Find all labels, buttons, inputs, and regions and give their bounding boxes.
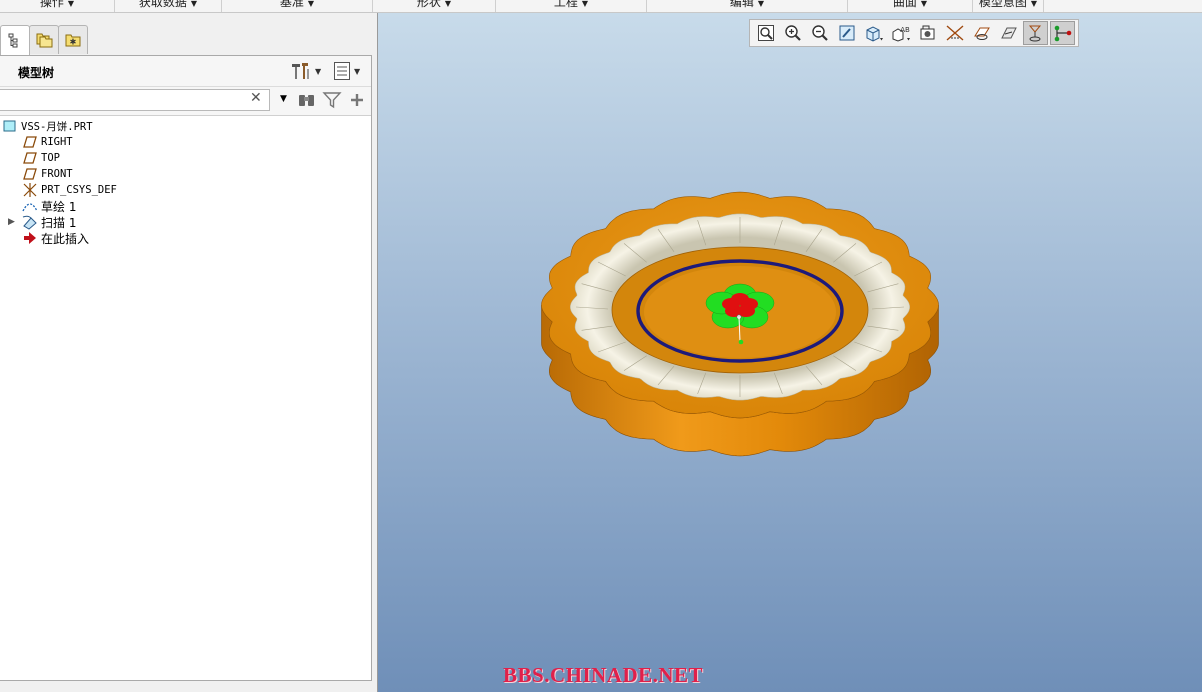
model-tree-tab[interactable]: [0, 25, 30, 56]
display-style-button[interactable]: [915, 21, 940, 45]
settings-tools-icon: [292, 63, 309, 79]
saved-orientations-button[interactable]: [861, 21, 886, 45]
chevron-down-icon: ▼: [315, 66, 322, 76]
tree-search-input[interactable]: [0, 89, 270, 111]
favorites-icon: ✱: [65, 34, 81, 47]
datum-plane-icon: [22, 150, 38, 166]
spin-center-icon: [973, 27, 990, 40]
point-display-button[interactable]: [1050, 21, 1075, 45]
datum-display-button[interactable]: [1023, 21, 1048, 45]
display-style-icon: [920, 25, 934, 40]
mooncake-3d-model[interactable]: [528, 183, 948, 493]
tree-node-label: 扫描 1: [41, 215, 77, 230]
ribbon-group-datum[interactable]: 基准 ▼: [222, 0, 373, 12]
plus-icon[interactable]: [348, 91, 366, 109]
zoom-out-icon: [811, 25, 828, 41]
tree-node-label: RIGHT: [41, 136, 73, 148]
tree-settings-button[interactable]: ▼: [290, 61, 321, 81]
sweep-icon: [22, 214, 38, 230]
plane-display-button[interactable]: [942, 21, 967, 45]
zoom-in-button[interactable]: [780, 21, 805, 45]
chevron-down-icon[interactable]: ▼: [280, 94, 287, 104]
tree-node-csys[interactable]: PRT_CSYS_DEF: [22, 182, 117, 198]
point-display-icon: [1054, 25, 1071, 42]
tree-node-insert-here[interactable]: 在此插入: [22, 230, 89, 246]
datum-plane-icon: [22, 134, 38, 150]
model-tree-panel: 模型树 ▼ ▼ ✕ ▼ VSS-月饼.PRT RIGHT TOP FRONT P…: [0, 55, 372, 681]
chevron-down-icon: ▼: [354, 66, 361, 76]
tree-node-label: 草绘 1: [41, 199, 77, 214]
ribbon-group-shapes[interactable]: 形状 ▼: [373, 0, 496, 12]
plane-display-icon: [946, 25, 963, 41]
navigator-panel: ✱ 模型树 ▼ ▼ ✕ ▼ VSS-月饼.PRT RIGHT TOP FRONT…: [0, 13, 376, 692]
spin-center-button[interactable]: [969, 21, 994, 45]
ribbon-group-engineering[interactable]: 工程 ▼: [496, 0, 647, 12]
datum-display-icon: [1028, 25, 1041, 42]
saved-orientations-icon: [866, 26, 883, 42]
svg-text:✱: ✱: [70, 38, 77, 47]
ribbon-group-get-data[interactable]: 获取数据 ▼: [115, 0, 222, 12]
refit-button[interactable]: [753, 21, 778, 45]
annotation-display-icon: [1000, 27, 1017, 39]
ribbon-group-editing[interactable]: 编辑 ▼: [647, 0, 848, 12]
repaint-button[interactable]: [834, 21, 859, 45]
part-icon: [2, 118, 18, 134]
close-icon[interactable]: ✕: [250, 90, 262, 106]
tree-search-row: ✕ ▼: [0, 87, 371, 116]
tree-show-button[interactable]: ▼: [333, 61, 360, 81]
folder-browser-tab[interactable]: [29, 25, 59, 54]
list-icon: [334, 62, 350, 80]
tree-node-label: FRONT: [41, 168, 73, 180]
ribbon-group-labels: 操作 ▼ 获取数据 ▼ 基准 ▼ 形状 ▼ 工程 ▼ 编辑 ▼ 曲面 ▼ 模型意图 ▼: [0, 0, 1202, 13]
graphics-viewport[interactable]: AB BBS.CHINADE.NET: [377, 13, 1202, 692]
model-tree-icon: [8, 33, 18, 48]
tree-node-label: 在此插入: [41, 231, 90, 246]
ribbon-group-operations[interactable]: 操作 ▼: [0, 0, 115, 12]
tree-node-part[interactable]: VSS-月饼.PRT: [2, 118, 93, 134]
filter-icon[interactable]: [322, 91, 342, 109]
model-tree-title: 模型树: [18, 66, 55, 80]
binoculars-icon[interactable]: [297, 91, 317, 109]
tree-node-sketch[interactable]: 草绘 1: [22, 198, 76, 214]
annotation-display-button[interactable]: [996, 21, 1021, 45]
tree-node-right-plane[interactable]: RIGHT: [22, 134, 73, 150]
zoom-out-button[interactable]: [807, 21, 832, 45]
ribbon-group-surfaces[interactable]: 曲面 ▼: [848, 0, 973, 12]
tree-node-top-plane[interactable]: TOP: [22, 150, 60, 166]
tree-node-front-plane[interactable]: FRONT: [22, 166, 73, 182]
folder-browser-icon: [36, 33, 53, 48]
coordinate-system-icon: [22, 182, 38, 198]
repaint-icon: [839, 25, 854, 41]
named-views-icon: AB: [892, 26, 910, 42]
refit-icon: [757, 25, 774, 41]
tree-node-label: PRT_CSYS_DEF: [41, 184, 117, 196]
graphics-toolbar: AB: [749, 19, 1079, 47]
tree-node-label: TOP: [41, 152, 60, 164]
model-tree-header: 模型树 ▼ ▼: [0, 56, 371, 87]
watermark-text: BBS.CHINADE.NET: [503, 663, 704, 687]
ribbon-group-model-intent[interactable]: 模型意图 ▼: [973, 0, 1044, 12]
tree-node-label: VSS-月饼.PRT: [21, 120, 93, 133]
insert-here-arrow-icon: [22, 230, 38, 246]
named-views-button[interactable]: AB: [888, 21, 913, 45]
svg-text:AB: AB: [900, 26, 910, 34]
datum-plane-icon: [22, 166, 38, 182]
zoom-in-icon: [784, 25, 801, 41]
expand-arrow-icon[interactable]: ▶: [8, 217, 22, 227]
favorites-tab[interactable]: ✱: [58, 25, 88, 54]
sketch-icon: [22, 198, 38, 214]
tree-node-sweep[interactable]: ▶ 扫描 1: [8, 214, 76, 230]
